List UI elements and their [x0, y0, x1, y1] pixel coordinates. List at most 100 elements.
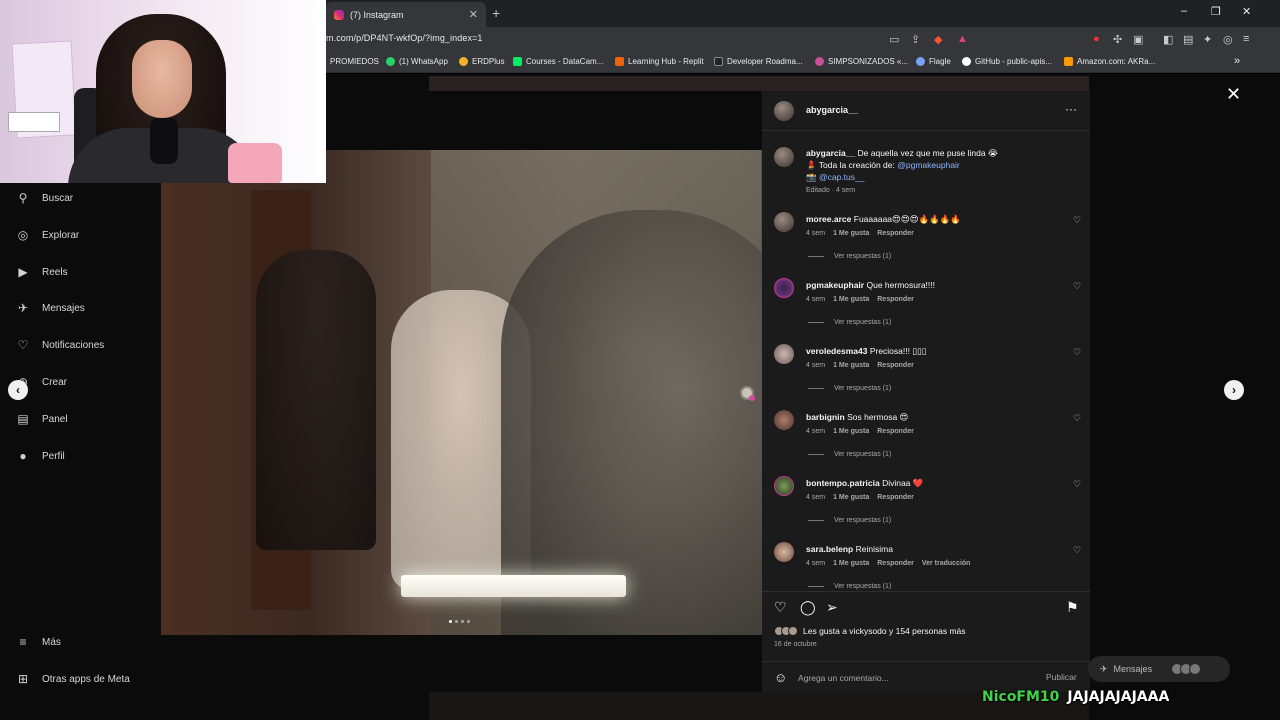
brave-shield-icon[interactable]: ◆	[934, 33, 942, 46]
mouse-cursor	[740, 386, 755, 401]
share-send-icon[interactable]: ➢	[826, 599, 838, 616]
install-app-icon[interactable]: ▭	[889, 33, 899, 46]
leo-ai-icon[interactable]: ✦	[1203, 33, 1212, 46]
reply-button[interactable]: Responder	[877, 428, 914, 435]
publish-button[interactable]: Publicar	[1046, 672, 1077, 682]
comment-meta: 4 sem 1 Me gusta Responder	[806, 296, 914, 303]
caption-mention-link[interactable]: @pgmakeuphair	[897, 160, 960, 170]
comment-username[interactable]: bontempo.patricia	[806, 478, 880, 488]
close-tab-icon[interactable]: ✕	[469, 8, 478, 21]
sidebar-item-buscar[interactable]: ⚲ Buscar	[16, 191, 74, 205]
bookmark-item[interactable]: Amazon.com: AKRa...	[1064, 57, 1155, 66]
prev-post-button[interactable]: ‹	[8, 380, 28, 400]
minimize-icon[interactable]: –	[1181, 5, 1187, 17]
avatar[interactable]	[774, 476, 794, 496]
avatar[interactable]	[774, 410, 794, 430]
comment-username[interactable]: moree.arce	[806, 214, 851, 224]
extension-red-icon[interactable]: ●	[1093, 33, 1100, 45]
comment-likes[interactable]: 1 Me gusta	[833, 296, 869, 303]
reading-list-icon[interactable]: ▣	[1133, 33, 1143, 46]
comment-likes[interactable]: 1 Me gusta	[833, 560, 869, 567]
avatar[interactable]	[774, 278, 794, 298]
avatar[interactable]	[774, 147, 794, 167]
comment-username[interactable]: veroledesma43	[806, 346, 867, 356]
comment-bubble-icon[interactable]: ◯	[800, 599, 816, 616]
view-replies-button[interactable]: Ver respuestas (1)	[808, 451, 891, 458]
reply-button[interactable]: Responder	[877, 296, 914, 303]
sidebar-item-meta-apps[interactable]: ⊞ Otras apps de Meta	[16, 672, 130, 686]
avatar[interactable]	[774, 101, 794, 121]
bookmark-item[interactable]: Flagle	[916, 57, 951, 66]
url-field[interactable]: m.com/p/DP4NT-wkfOp/?img_index=1	[326, 33, 483, 43]
caption-line2: 💄 Toda la creación de:	[806, 160, 898, 170]
view-replies-button[interactable]: Ver respuestas (1)	[808, 253, 891, 260]
more-options-icon[interactable]: ···	[1065, 102, 1077, 116]
comment-username[interactable]: pgmakeuphair	[806, 280, 864, 290]
messages-pill[interactable]: ✈ Mensajes	[1088, 656, 1230, 682]
comment-likes[interactable]: 1 Me gusta	[833, 362, 869, 369]
close-window-icon[interactable]: ✕	[1242, 5, 1251, 18]
sidebar-item-panel[interactable]: ▤ Panel	[16, 412, 67, 426]
comment-likes[interactable]: 1 Me gusta	[833, 230, 869, 237]
bookmark-item[interactable]: (1) WhatsApp	[386, 57, 448, 66]
comment-likes[interactable]: 1 Me gusta	[833, 494, 869, 501]
new-tab-button[interactable]: +	[492, 5, 500, 21]
browser-menu-icon[interactable]: ≡	[1243, 33, 1249, 45]
bookmarks-overflow-button[interactable]: »	[1234, 55, 1240, 67]
view-replies-button[interactable]: Ver respuestas (1)	[808, 319, 891, 326]
reply-button[interactable]: Responder	[877, 230, 914, 237]
like-comment-heart-icon[interactable]: ♡	[1073, 347, 1081, 358]
sidebar-item-mensajes[interactable]: ✈ Mensajes	[16, 301, 85, 315]
vpn-icon[interactable]: ◎	[1223, 33, 1233, 46]
emoji-icon[interactable]: ☺	[774, 670, 787, 685]
bookmark-item[interactable]: Courses - DataCam...	[513, 57, 603, 66]
comment-username[interactable]: barbignin	[806, 412, 845, 422]
comment-input[interactable]	[798, 670, 1018, 686]
reply-button[interactable]: Responder	[877, 560, 914, 567]
comment-username[interactable]: sara.belenp	[806, 544, 853, 554]
reply-button[interactable]: Responder	[877, 494, 914, 501]
bookmark-item[interactable]: SIMPSONIZADOS «...	[815, 57, 908, 66]
sidebar-item-explorar[interactable]: ◎ Explorar	[16, 228, 80, 242]
translate-button[interactable]: Ver traducción	[922, 560, 971, 567]
tab-instagram[interactable]: (7) Instagram ✕	[326, 2, 486, 27]
wallet-icon[interactable]: ▤	[1183, 33, 1193, 46]
sidebar-item-reels[interactable]: ▶ Reels	[16, 265, 67, 279]
sidebar-toggle-icon[interactable]: ◧	[1163, 33, 1173, 46]
avatar[interactable]	[774, 344, 794, 364]
caption-username[interactable]: abygarcia__	[806, 148, 855, 158]
post-image[interactable]	[161, 150, 762, 635]
like-comment-heart-icon[interactable]: ♡	[1073, 545, 1081, 556]
sidebar-item-label: Otras apps de Meta	[42, 673, 130, 685]
bookmark-item[interactable]: Developer Roadma...	[714, 57, 803, 66]
caption-mention-link[interactable]: @cap.tus__	[819, 172, 865, 182]
reply-button[interactable]: Responder	[877, 362, 914, 369]
view-replies-button[interactable]: Ver respuestas (1)	[808, 517, 891, 524]
like-heart-icon[interactable]: ♡	[774, 599, 787, 616]
like-comment-heart-icon[interactable]: ♡	[1073, 479, 1081, 490]
share-icon[interactable]: ⇪	[911, 33, 920, 46]
sidebar-item-notificaciones[interactable]: ♡ Notificaciones	[16, 338, 105, 352]
like-comment-heart-icon[interactable]: ♡	[1073, 281, 1081, 292]
view-replies-button[interactable]: Ver respuestas (1)	[808, 385, 891, 392]
bookmark-item[interactable]: GitHub - public-apis...	[962, 57, 1052, 66]
view-replies-button[interactable]: Ver respuestas (1)	[808, 583, 891, 590]
post-author-username[interactable]: abygarcia__	[806, 105, 858, 115]
likes-summary[interactable]: Les gusta a vickysodo y 154 personas más	[774, 626, 966, 636]
like-comment-heart-icon[interactable]: ♡	[1073, 413, 1081, 424]
bookmark-item[interactable]: ERDPlus	[459, 57, 504, 66]
bookmark-item[interactable]: Learning Hub - Replit	[615, 57, 704, 66]
extensions-puzzle-icon[interactable]: ✣	[1113, 33, 1122, 46]
like-comment-heart-icon[interactable]: ♡	[1073, 215, 1081, 226]
bookmark-item[interactable]: PROMIEDOS	[330, 57, 379, 66]
maximize-icon[interactable]: ❐	[1211, 5, 1221, 18]
bookmark-icon[interactable]: ⚑	[1066, 599, 1079, 616]
brave-rewards-icon[interactable]: ▲	[957, 33, 968, 45]
avatar[interactable]	[774, 542, 794, 562]
comment-likes[interactable]: 1 Me gusta	[833, 428, 869, 435]
sidebar-item-mas[interactable]: ≡ Más	[16, 635, 60, 649]
next-post-button[interactable]: ›	[1224, 380, 1244, 400]
avatar[interactable]	[774, 212, 794, 232]
close-icon[interactable]: ✕	[1226, 84, 1241, 105]
sidebar-item-perfil[interactable]: ● Perfil	[16, 449, 64, 463]
